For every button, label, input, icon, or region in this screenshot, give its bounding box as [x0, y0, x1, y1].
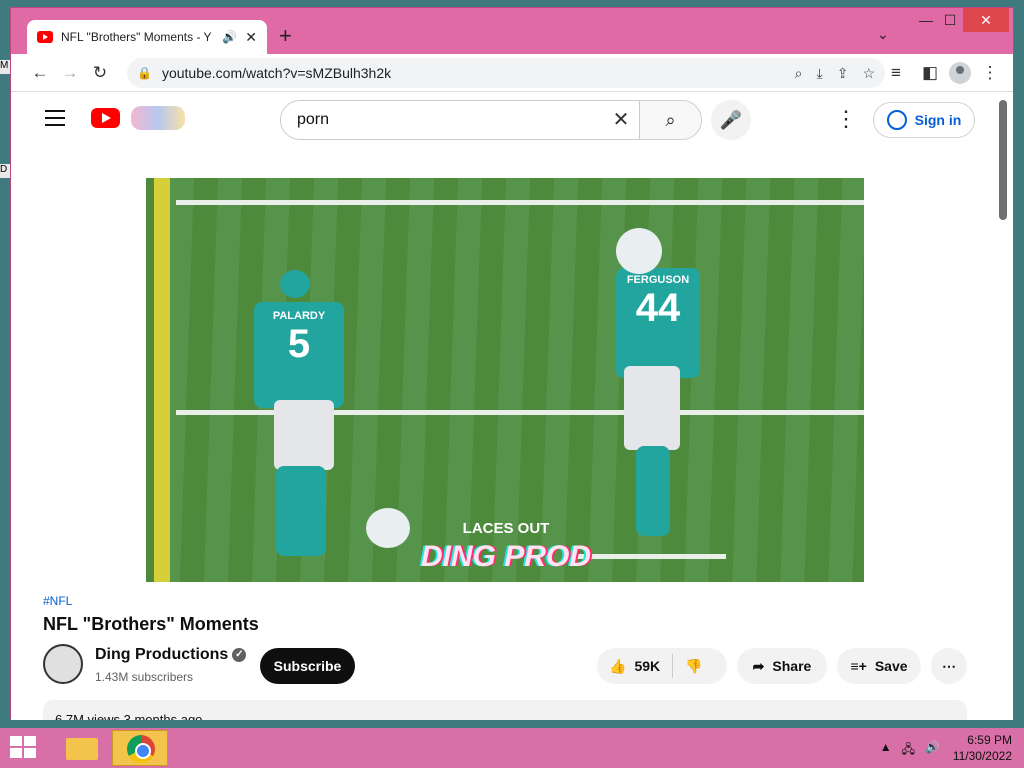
sign-in-button[interactable]: Sign in	[873, 102, 975, 138]
zoom-search-icon[interactable]: ⌕	[795, 65, 803, 82]
search-button[interactable]: ⌕	[639, 101, 701, 139]
desktop-icon-fragment[interactable]: D	[0, 164, 10, 178]
address-bar[interactable]: 🔒 youtube.com/watch?v=sMZBulh3h2k ⌕ ⤓ ⇪ …	[127, 58, 885, 88]
url-text[interactable]: youtube.com/watch?v=sMZBulh3h2k	[162, 65, 781, 81]
share-page-icon[interactable]: ⇪	[837, 65, 849, 82]
tab-search-chevron-icon[interactable]: ⌄	[877, 26, 889, 43]
network-icon[interactable]: 🖧	[902, 740, 915, 761]
channel-name-row[interactable]: Ding Productions ✓	[95, 646, 247, 664]
reload-icon[interactable]: ↻	[85, 58, 115, 88]
speaker-icon[interactable]: 🔊	[222, 30, 237, 44]
file-explorer-taskbar-button[interactable]	[54, 730, 110, 766]
volume-icon[interactable]: 🔊	[925, 740, 940, 761]
media-controls-icon[interactable]: ≡	[881, 58, 911, 88]
browser-tab-active[interactable]: NFL "Brothers" Moments - Y 🔊 ✕	[27, 20, 267, 54]
maximize-button[interactable]: ☐	[933, 8, 967, 32]
channel-avatar[interactable]	[43, 644, 83, 684]
player-left-cap	[280, 270, 310, 298]
share-label: Share	[772, 658, 812, 674]
browser-toolbar: ← → ↻ 🔒 youtube.com/watch?v=sMZBulh3h2k …	[11, 54, 1013, 92]
thumbs-up-icon: 👍	[609, 657, 627, 674]
toolbar-right: ≡ ◧ ⋮	[881, 58, 1005, 88]
like-dislike-group: 👍 59K 👎	[597, 648, 727, 684]
back-arrow-icon[interactable]: ←	[25, 58, 55, 88]
verified-check-icon: ✓	[232, 647, 247, 662]
search-box: ✕ ⌕	[280, 100, 702, 140]
search-input[interactable]	[281, 101, 603, 139]
chrome-taskbar-button[interactable]	[112, 730, 168, 766]
subscribe-button[interactable]: Subscribe	[260, 648, 355, 684]
bookmark-star-icon[interactable]: ☆	[862, 65, 875, 82]
save-label: Save	[874, 658, 908, 674]
windows-start-icon[interactable]	[10, 736, 38, 760]
folder-icon	[66, 738, 98, 760]
hamburger-menu-icon[interactable]	[45, 110, 65, 126]
channel-name[interactable]: Ding Productions	[95, 646, 228, 663]
chrome-icon	[127, 735, 155, 763]
forward-arrow-icon[interactable]: →	[55, 58, 85, 88]
page-scrollbar[interactable]	[993, 92, 1013, 720]
like-count: 59K	[634, 658, 661, 674]
microphone-icon[interactable]: 🎤	[711, 100, 751, 140]
player-right-socks	[636, 446, 670, 536]
hashtag-link[interactable]: #NFL	[43, 594, 72, 608]
subscriber-count: 1.43M subscribers	[95, 670, 194, 684]
side-panel-icon[interactable]: ◧	[915, 58, 945, 88]
sign-in-label: Sign in	[914, 112, 962, 128]
video-title: NFL "Brothers" Moments	[43, 614, 259, 634]
player-left-socks	[276, 466, 326, 556]
user-circle-icon	[886, 110, 907, 130]
chrome-menu-icon[interactable]: ⋮	[975, 58, 1005, 88]
like-button[interactable]: 👍 59K	[597, 654, 674, 678]
thumbs-down-icon: 👎	[685, 657, 703, 674]
player-left-pants	[274, 400, 334, 470]
system-tray: ▲ 🖧 🔊	[880, 740, 940, 761]
lock-icon[interactable]: 🔒	[137, 66, 152, 80]
tab-strip: NFL "Brothers" Moments - Y 🔊 ✕ + ⌄ — ☐ ✕	[11, 8, 1013, 54]
jersey-left-number: 5	[287, 322, 311, 366]
clock-date: 11/30/2022	[952, 749, 1012, 763]
youtube-doodle-icon[interactable]	[131, 106, 185, 130]
view-count-date: 6.7M views 3 months ago	[55, 712, 203, 720]
youtube-favicon-icon	[37, 31, 53, 43]
overlay-caption-small: LACES OUT	[462, 520, 550, 537]
overlay-watermark: DING PROD	[420, 540, 591, 573]
close-window-button[interactable]: ✕	[963, 8, 1009, 32]
description-box[interactable]: 6.7M views 3 months ago	[43, 700, 967, 720]
taskbar-clock[interactable]: 6:59 PM 11/30/2022	[953, 732, 1012, 764]
profile-avatar-icon[interactable]	[949, 62, 971, 84]
tray-chevron-icon[interactable]: ▲	[880, 740, 892, 761]
desktop-icon-fragment[interactable]: M	[0, 60, 10, 74]
tab-title: NFL "Brothers" Moments - Y	[61, 30, 212, 44]
player-right-helmet	[616, 228, 662, 274]
yard-line	[176, 200, 864, 205]
dislike-button[interactable]: 👎	[673, 658, 714, 675]
taskbar: ▲ 🖧 🔊 6:59 PM 11/30/2022	[0, 728, 1024, 768]
jersey-left-name: PALARDY	[272, 310, 326, 322]
install-app-icon[interactable]: ⤓	[817, 65, 823, 82]
goal-post-pole	[154, 178, 170, 582]
share-arrow-icon: ➦	[752, 657, 765, 674]
save-button[interactable]: ≡+ Save	[837, 648, 921, 684]
more-horizontal-icon: ⋯	[942, 657, 956, 674]
jersey-right-number: 44	[635, 286, 681, 330]
helmet-on-ground	[366, 508, 410, 548]
youtube-header: ✕ ⌕ 🎤 ⋮ Sign in	[11, 92, 993, 148]
player-right-pants	[624, 366, 680, 450]
browser-window: NFL "Brothers" Moments - Y 🔊 ✕ + ⌄ — ☐ ✕…	[10, 7, 1014, 720]
clock-time: 6:59 PM	[967, 733, 1012, 747]
settings-kebab-icon[interactable]: ⋮	[835, 106, 857, 132]
new-tab-button[interactable]: +	[279, 24, 292, 48]
scrollbar-thumb[interactable]	[999, 100, 1007, 220]
video-player[interactable]: PALARDY 5 FERGUSON 44 LACES OUT DING PRO…	[146, 178, 864, 582]
youtube-logo-icon[interactable]	[91, 108, 120, 128]
clear-search-icon[interactable]: ✕	[603, 101, 639, 139]
youtube-page: ✕ ⌕ 🎤 ⋮ Sign in PALARDY 5	[11, 92, 1013, 720]
more-actions-button[interactable]: ⋯	[931, 648, 967, 684]
add-playlist-icon: ≡+	[850, 658, 867, 674]
jersey-right-name: FERGUSON	[626, 274, 690, 286]
close-tab-icon[interactable]: ✕	[245, 29, 257, 46]
share-button[interactable]: ➦ Share	[737, 648, 827, 684]
